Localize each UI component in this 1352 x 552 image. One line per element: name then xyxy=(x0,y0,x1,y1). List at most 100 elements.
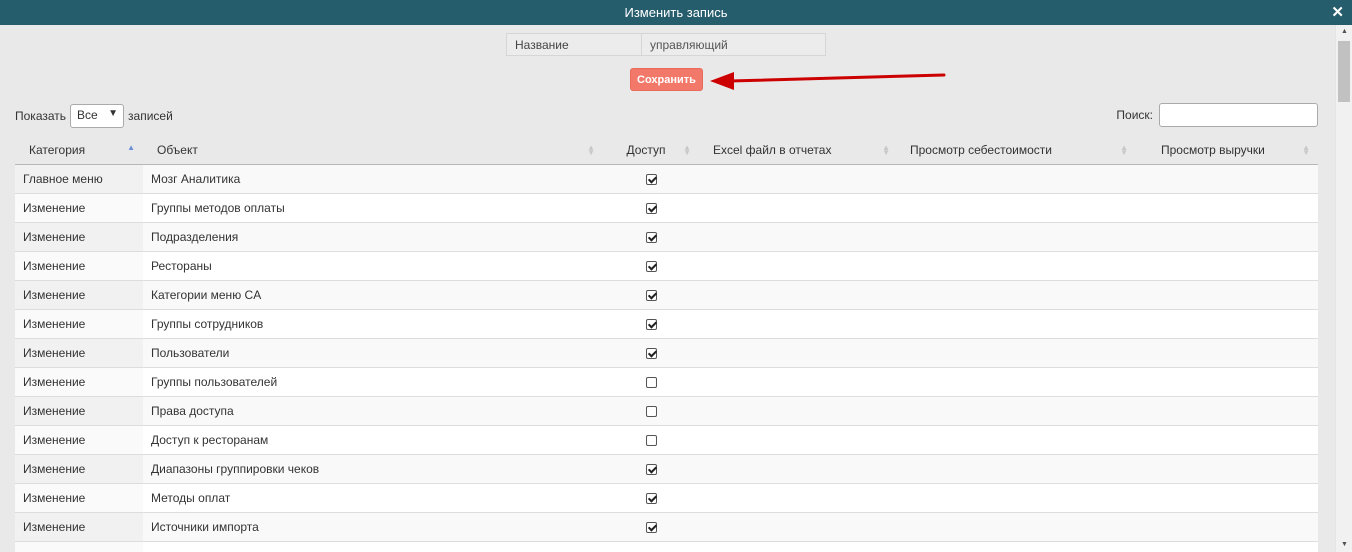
cell-excel xyxy=(699,192,898,222)
column-header-access[interactable]: Доступ ▲ ▼ xyxy=(603,137,699,165)
cell-cost-view xyxy=(898,511,1136,541)
column-header-excel[interactable]: Excel файл в отчетах ▲ ▼ xyxy=(699,137,898,165)
sort-icon: ▲ ▼ xyxy=(587,143,595,157)
cell-category: Изменение xyxy=(15,221,143,251)
access-checkbox[interactable] xyxy=(645,318,657,330)
cell-object: Группы сотрудников xyxy=(143,308,603,338)
cell-category: Изменение xyxy=(15,482,143,512)
cell-cost-view xyxy=(898,395,1136,425)
scroll-up-icon[interactable]: ▲ xyxy=(1336,25,1352,39)
cell-access xyxy=(603,163,699,193)
cell-access xyxy=(603,366,699,396)
cell-revenue-view xyxy=(1136,395,1318,425)
cell-object: Пользователи xyxy=(143,337,603,367)
cell-excel xyxy=(699,482,898,512)
cell-object xyxy=(143,540,603,552)
cell-access xyxy=(603,308,699,338)
table-row: Изменение Пользователи xyxy=(15,337,1318,367)
table-row: Изменение Источники импорта xyxy=(15,511,1318,541)
save-button[interactable]: Сохранить xyxy=(630,68,703,91)
cell-category xyxy=(15,540,143,552)
cell-revenue-view xyxy=(1136,366,1318,396)
sort-icon: ▲ ▼ xyxy=(683,143,691,157)
cell-category: Изменение xyxy=(15,250,143,280)
cell-revenue-view xyxy=(1136,540,1318,552)
cell-revenue-view xyxy=(1136,192,1318,222)
search-input[interactable] xyxy=(1159,103,1318,127)
cell-excel xyxy=(699,511,898,541)
cell-revenue-view xyxy=(1136,308,1318,338)
table-header-row: Категория ▲ Объект ▲ ▼ Доступ ▲ ▼ Excel файл … xyxy=(15,137,1318,165)
cell-revenue-view xyxy=(1136,279,1318,309)
cell-object: Права доступа xyxy=(143,395,603,425)
table-row: Изменение Категории меню CA xyxy=(15,279,1318,309)
cell-access xyxy=(603,453,699,483)
cell-category: Изменение xyxy=(15,366,143,396)
access-checkbox[interactable] xyxy=(645,347,657,359)
cell-excel xyxy=(699,308,898,338)
table-row: Изменение Рестораны xyxy=(15,250,1318,280)
cell-excel xyxy=(699,366,898,396)
cell-excel xyxy=(699,279,898,309)
name-field-row: Название управляющий xyxy=(506,33,826,56)
table-row: Изменение Доступ к ресторанам xyxy=(15,424,1318,454)
cell-excel xyxy=(699,221,898,251)
access-checkbox[interactable] xyxy=(645,202,657,214)
column-header-revenue-view[interactable]: Просмотр выручки ▲ ▼ xyxy=(1136,137,1318,165)
access-checkbox[interactable] xyxy=(645,405,657,417)
cell-excel xyxy=(699,395,898,425)
cell-object: Категории меню CA xyxy=(143,279,603,309)
cell-excel xyxy=(699,424,898,454)
name-input[interactable]: управляющий xyxy=(642,33,826,56)
cell-object: Мозг Аналитика xyxy=(143,163,603,193)
sort-icon: ▲ ▼ xyxy=(1120,143,1128,157)
cell-revenue-view xyxy=(1136,453,1318,483)
cell-object: Группы методов оплаты xyxy=(143,192,603,222)
cell-access xyxy=(603,192,699,222)
access-checkbox[interactable] xyxy=(645,289,657,301)
access-checkbox[interactable] xyxy=(645,463,657,475)
cell-object: Диапазоны группировки чеков xyxy=(143,453,603,483)
search-label: Поиск: xyxy=(1116,108,1153,122)
access-checkbox[interactable] xyxy=(645,492,657,504)
cell-revenue-view xyxy=(1136,163,1318,193)
access-checkbox[interactable] xyxy=(645,434,657,446)
cell-revenue-view xyxy=(1136,424,1318,454)
scrollbar-thumb[interactable] xyxy=(1338,41,1350,102)
cell-category: Изменение xyxy=(15,337,143,367)
access-checkbox[interactable] xyxy=(645,376,657,388)
access-checkbox[interactable] xyxy=(645,173,657,185)
access-checkbox[interactable] xyxy=(645,231,657,243)
name-label: Название xyxy=(506,33,642,56)
cell-revenue-view xyxy=(1136,250,1318,280)
vertical-scrollbar[interactable]: ▲ ▼ xyxy=(1335,25,1352,552)
column-header-object[interactable]: Объект ▲ ▼ xyxy=(143,137,603,165)
close-icon[interactable]: ✕ xyxy=(1331,3,1344,21)
cell-cost-view xyxy=(898,279,1136,309)
table-row: Изменение Подразделения xyxy=(15,221,1318,251)
cell-cost-view xyxy=(898,337,1136,367)
cell-category: Изменение xyxy=(15,453,143,483)
arrow-annotation xyxy=(710,72,946,90)
sort-icon: ▲ ▼ xyxy=(1302,143,1310,157)
cell-excel xyxy=(699,453,898,483)
cell-access xyxy=(603,540,699,552)
table-row: Главное меню Мозг Аналитика xyxy=(15,163,1318,193)
cell-cost-view xyxy=(898,482,1136,512)
access-checkbox[interactable] xyxy=(645,521,657,533)
cell-access xyxy=(603,250,699,280)
sort-asc-icon: ▲ xyxy=(127,143,135,152)
length-control: Показать Все ▼ записей xyxy=(15,104,173,128)
cell-object: Рестораны xyxy=(143,250,603,280)
cell-access xyxy=(603,424,699,454)
table-body: Главное меню Мозг Аналитика Изменение Групп… xyxy=(15,163,1318,552)
table-row: Изменение Группы методов оплаты xyxy=(15,192,1318,222)
column-header-cost-view[interactable]: Просмотр себестоимости ▲ ▼ xyxy=(898,137,1136,165)
access-checkbox[interactable] xyxy=(645,260,657,272)
cell-object: Подразделения xyxy=(143,221,603,251)
page-length-select[interactable]: Все ▼ xyxy=(70,104,125,128)
cell-revenue-view xyxy=(1136,482,1318,512)
column-header-category[interactable]: Категория ▲ xyxy=(15,137,143,165)
scroll-down-icon[interactable]: ▼ xyxy=(1336,538,1352,552)
cell-category: Изменение xyxy=(15,395,143,425)
